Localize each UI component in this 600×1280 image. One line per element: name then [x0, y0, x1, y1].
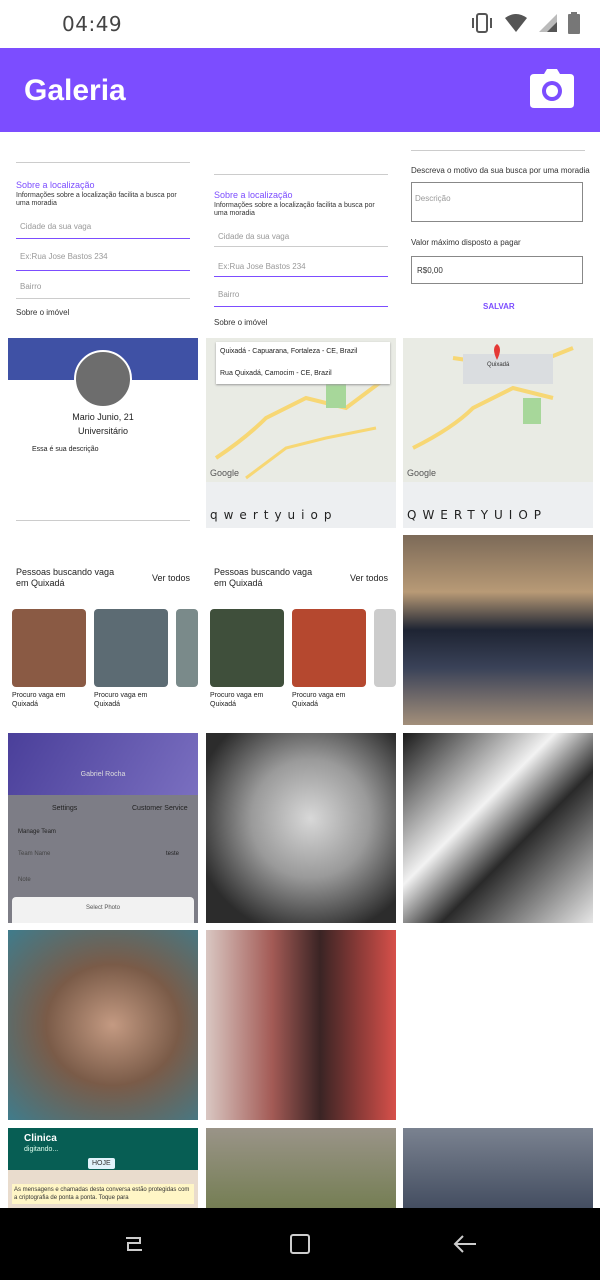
home-icon — [290, 1234, 310, 1254]
gallery-image-outdoor-selfie[interactable] — [403, 1128, 593, 1208]
gallery-image-manga-art[interactable] — [403, 733, 593, 923]
gallery-image-map-search[interactable]: Quixadá - Capuarana, Fortaleza - CE, Bra… — [206, 338, 396, 528]
form-footer: Sobre o imóvel — [214, 318, 268, 327]
gallery-image-map-pin[interactable]: Quixadá Google QWERTYUIOP — [403, 338, 593, 528]
recents-button[interactable] — [120, 1230, 148, 1258]
profile-desc: Essa é sua descrição — [32, 446, 99, 453]
gallery-image-portrait-bw[interactable] — [206, 733, 396, 923]
form-section-title: Sobre a localização — [16, 180, 95, 190]
note-label: Note — [18, 877, 31, 883]
form-field-district: Bairro — [20, 282, 42, 291]
app-bar: Galeria — [0, 48, 600, 132]
settings-label: Settings — [52, 805, 78, 812]
chat-status: digitando... — [24, 1146, 59, 1153]
gallery-image-form-description[interactable]: Descreva o motivo da sua busca por uma m… — [403, 132, 593, 330]
team-name-label: Team Name — [18, 851, 51, 857]
battery-icon — [568, 12, 580, 39]
people-title: Pessoas buscando vaga em Quixadá — [214, 567, 313, 588]
form-field-district: Bairro — [218, 290, 240, 299]
form-section-desc: Informações sobre a localização facilita… — [214, 202, 375, 217]
gallery-image-form-location-1[interactable]: Sobre a localização Informações sobre a … — [8, 132, 198, 330]
keyboard-row: qwertyuiop — [210, 508, 338, 522]
avatar — [74, 350, 132, 408]
gallery-image-people-list-2[interactable]: Pessoas buscando vaga em Quixadá Ver tod… — [206, 535, 396, 725]
signal-icon — [538, 13, 558, 38]
person-caption: Procuro vaga em Quixadá — [292, 692, 346, 708]
status-bar: 04:49 — [0, 0, 600, 48]
back-button[interactable] — [452, 1230, 480, 1258]
chat-encryption-notice: As mensagens e chamadas desta conversa e… — [12, 1184, 194, 1204]
camera-button[interactable] — [530, 68, 574, 108]
wifi-icon — [504, 13, 528, 38]
status-time: 04:49 — [62, 12, 123, 36]
form-section-desc: Informações sobre a localização facilita… — [16, 192, 177, 207]
gallery-image-cats[interactable] — [403, 535, 593, 725]
form-section-title: Sobre a localização — [214, 190, 293, 200]
chat-contact-name: Clinica — [24, 1133, 57, 1144]
google-logo: Google — [210, 468, 240, 478]
map-suggestion-2: Rua Quixadá, Camocim - CE, Brazil — [220, 370, 332, 377]
map-suggestion-1: Quixadá - Capuarana, Fortaleza - CE, Bra… — [220, 348, 358, 355]
gallery-grid: Sobre a localização Informações sobre a … — [0, 132, 600, 1208]
settings-user: Gabriel Rocha — [80, 771, 126, 778]
chat-day-badge: HOJE — [88, 1158, 115, 1169]
form-label-description: Descreva o motivo da sua busca por uma m… — [411, 166, 590, 175]
recents-icon — [126, 1237, 142, 1251]
form-field-street: Ex:Rua Jose Bastos 234 — [218, 262, 306, 271]
select-photo-label: Select Photo — [85, 905, 121, 911]
team-name-value: teste — [166, 851, 180, 857]
form-field-city: Cidade da sua vaga — [20, 222, 92, 231]
form-save-button: SALVAR — [483, 302, 515, 311]
form-footer: Sobre o imóvel — [16, 308, 70, 317]
people-title: Pessoas buscando vaga em Quixadá — [16, 567, 115, 588]
map-pin-label: Quixadá — [487, 362, 510, 368]
google-logo: Google — [407, 468, 437, 478]
app-title: Galeria — [24, 74, 126, 107]
people-see-all: Ver todos — [349, 573, 388, 583]
people-see-all: Ver todos — [151, 573, 190, 583]
vibrate-icon — [470, 12, 494, 39]
gallery-image-form-location-2[interactable]: Sobre a localização Informações sobre a … — [206, 132, 396, 330]
form-field-street: Ex:Rua Jose Bastos 234 — [20, 252, 108, 261]
gallery-screen: 04:49 Galeria Sobre a localização Inform… — [0, 0, 600, 1280]
form-label-max-value: Valor máximo disposto a pagar — [411, 238, 521, 247]
form-field-max-value: R$0,00 — [417, 266, 443, 275]
back-arrow-icon — [453, 1235, 476, 1253]
keyboard-row: QWERTYUIOP — [407, 508, 548, 522]
gallery-image-selfie[interactable] — [8, 930, 198, 1120]
profile-name: Mario Junio, 21 — [72, 412, 134, 422]
home-button[interactable] — [286, 1230, 314, 1258]
navigation-bar — [0, 1208, 600, 1280]
gallery-image-settings-screen[interactable]: Gabriel Rocha Settings Customer Service … — [8, 733, 198, 923]
manage-team-label: Manage Team — [18, 829, 56, 835]
gallery-image-plant[interactable] — [206, 1128, 396, 1208]
form-field-description: Descrição — [415, 194, 451, 203]
gallery-empty-slot — [403, 930, 593, 1120]
person-caption: Procuro vaga em Quixadá — [12, 692, 66, 708]
status-icons — [470, 12, 580, 39]
profile-role: Universitário — [77, 426, 128, 436]
form-field-city: Cidade da sua vaga — [218, 232, 290, 241]
customer-service-label: Customer Service — [132, 805, 188, 812]
gallery-image-mirror-photo[interactable] — [206, 930, 396, 1120]
person-caption: Procuro vaga em Quixadá — [94, 692, 148, 708]
camera-icon — [530, 69, 574, 108]
gallery-image-profile[interactable]: Mario Junio, 21 Universitário Essa é sua… — [8, 338, 198, 528]
gallery-image-people-list-1[interactable]: Pessoas buscando vaga em Quixadá Ver tod… — [8, 535, 198, 725]
person-caption: Procuro vaga em Quixadá — [210, 692, 264, 708]
gallery-image-whatsapp-chat[interactable]: Clinica digitando... HOJE As mensagens e… — [8, 1128, 198, 1208]
